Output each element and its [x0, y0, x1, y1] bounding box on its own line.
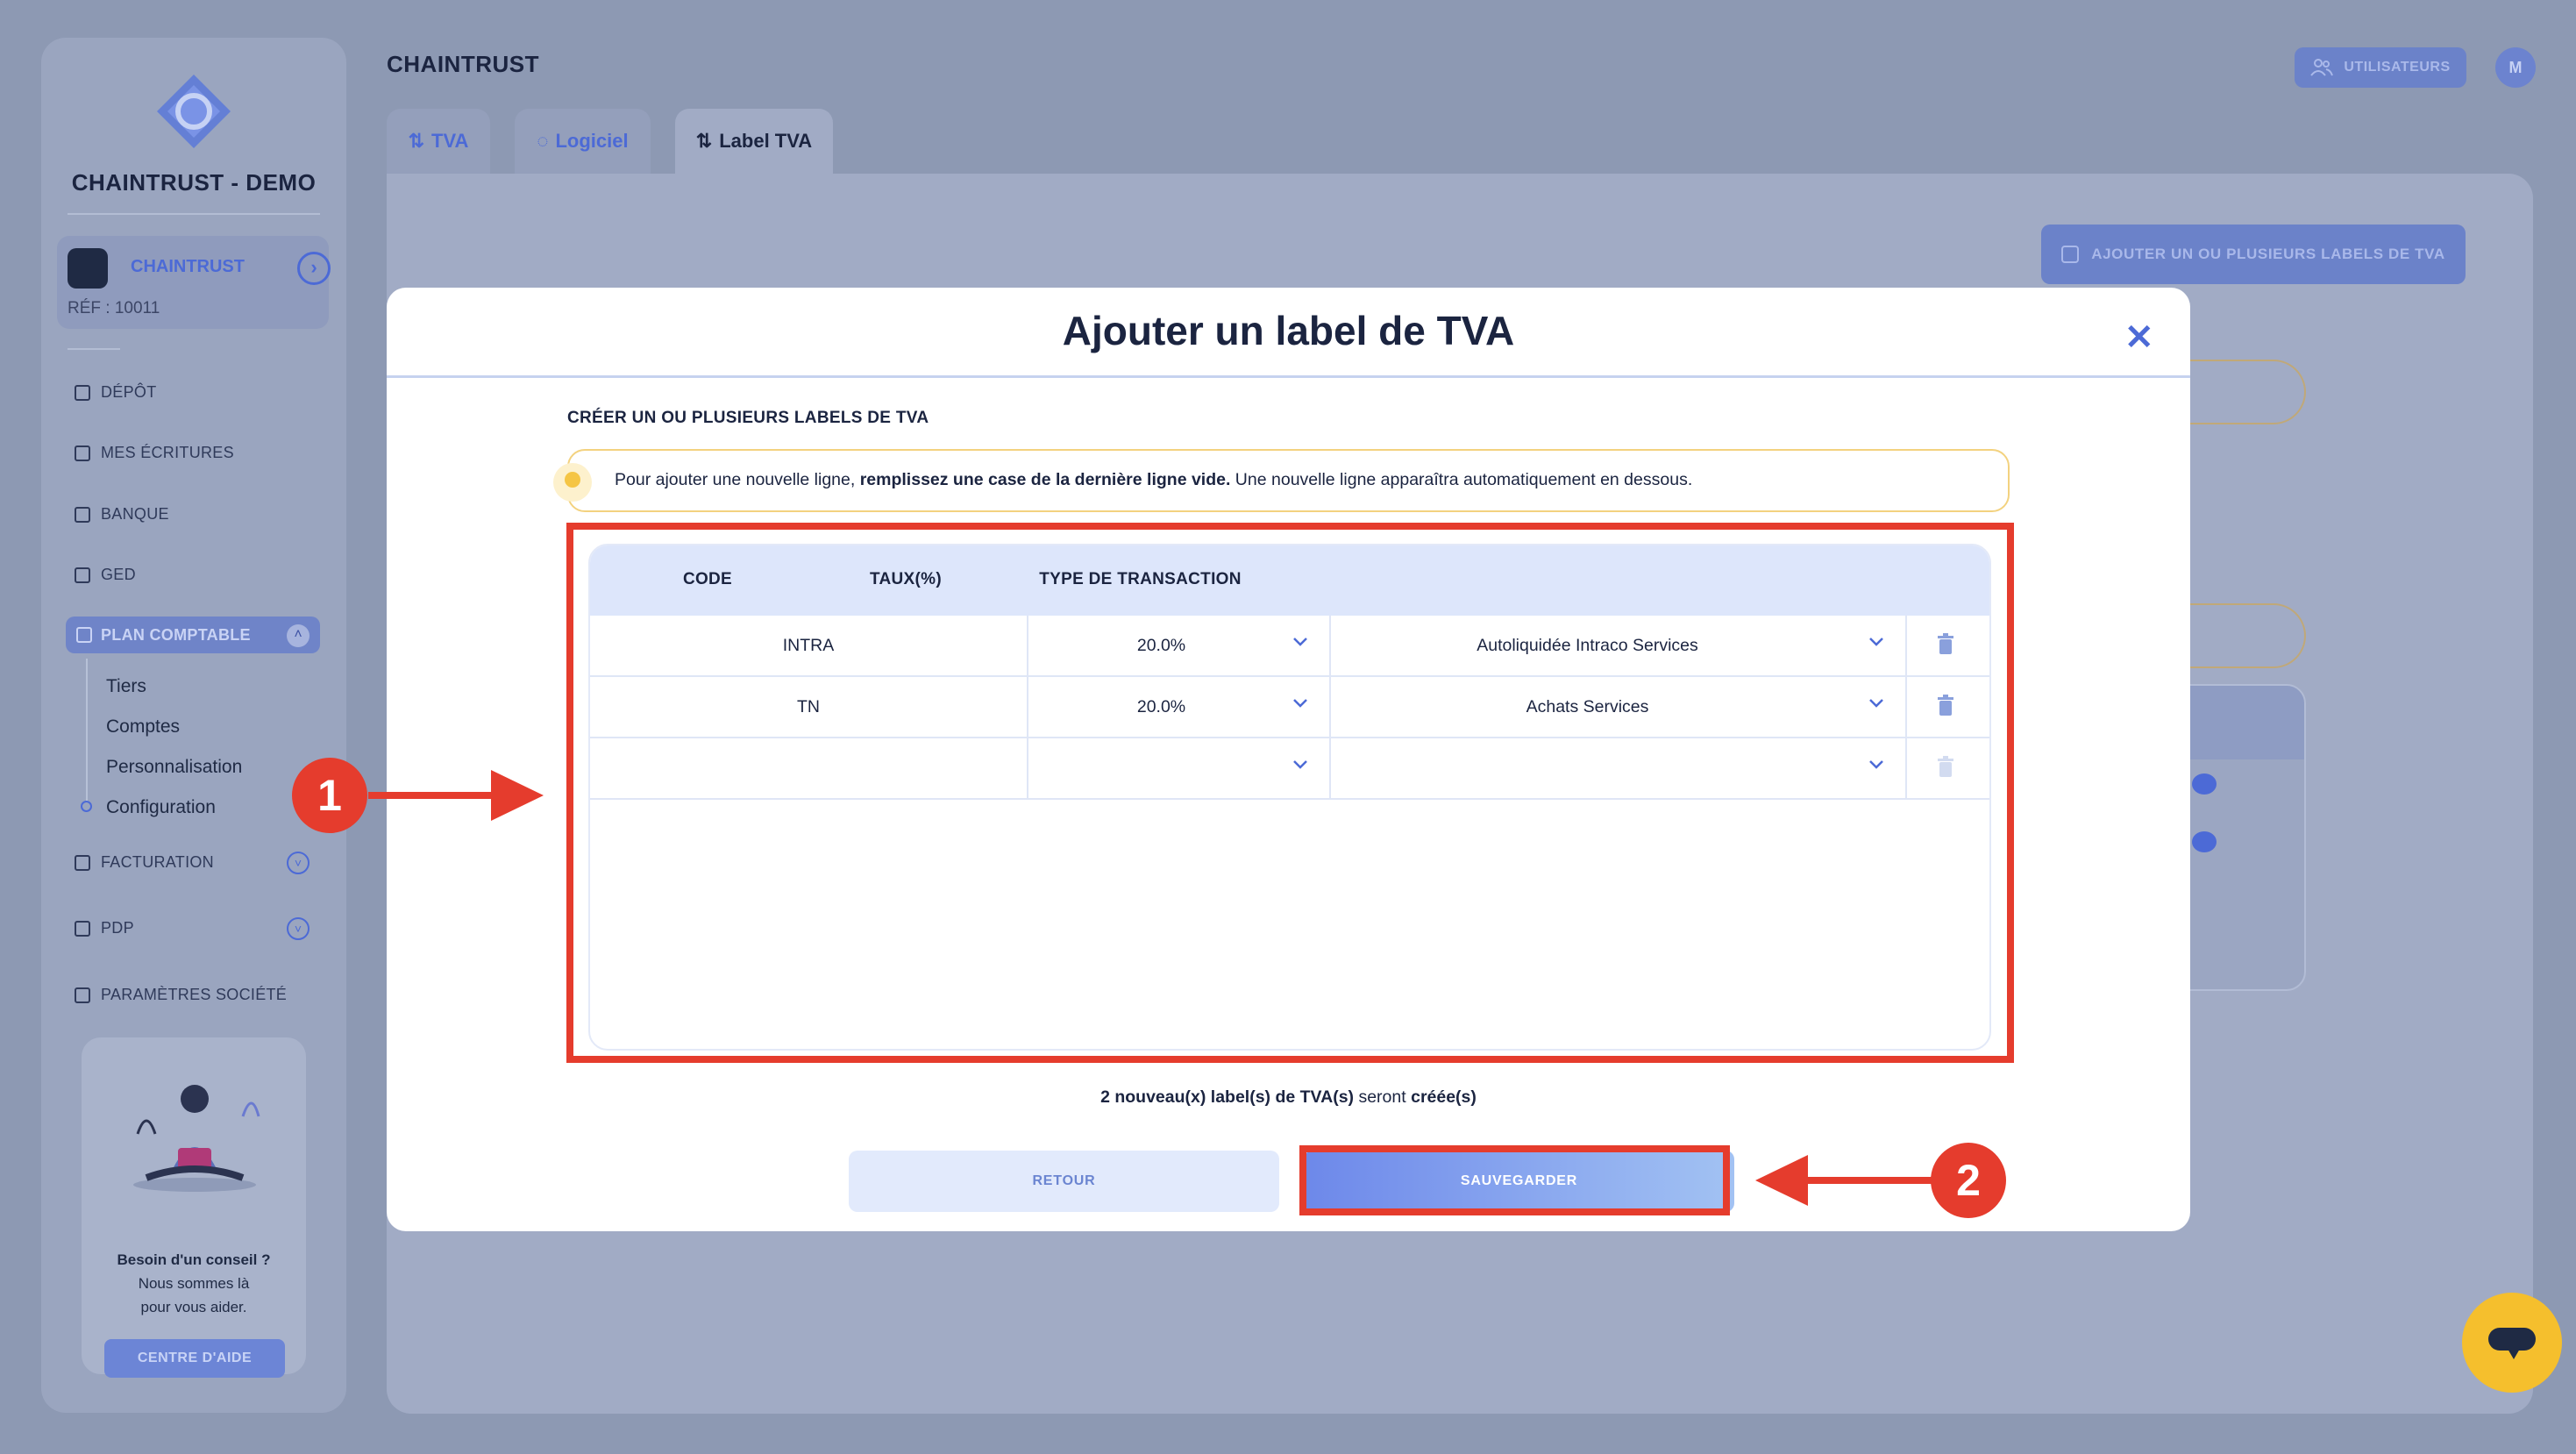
- nav-label: PARAMÈTRES SOCIÉTÉ: [101, 986, 288, 1003]
- divider: [68, 348, 120, 350]
- page-title: CHAINTRUST: [387, 51, 539, 77]
- info-box: Pour ajouter une nouvelle ligne, remplis…: [553, 449, 2010, 512]
- ledger-icon: [76, 627, 92, 643]
- card-icon: [75, 920, 90, 937]
- sort-icon: ⇅: [695, 130, 713, 152]
- document-icon: [75, 567, 90, 583]
- modal-divider: [387, 375, 2190, 378]
- nav-item-ged[interactable]: GED: [75, 566, 136, 584]
- tab-logiciel[interactable]: ◌ Logiciel: [515, 109, 651, 174]
- organization-card[interactable]: CHAINTRUST › RÉF : 10011: [57, 236, 331, 329]
- invoice-icon: [75, 854, 90, 871]
- nav-item-banque[interactable]: BANQUE: [75, 505, 169, 524]
- users-icon: [2310, 59, 2334, 76]
- sub-item-personnalisation[interactable]: Personnalisation: [106, 757, 242, 778]
- summary-end: créée(s): [1411, 1087, 1477, 1107]
- active-dot: [81, 801, 92, 812]
- chevron-up-icon[interactable]: ˄: [287, 624, 310, 647]
- badge-icon: ◌: [537, 130, 549, 152]
- meditation-illustration: [133, 1085, 260, 1192]
- info-text-bold: remplissez une case de la dernière ligne…: [859, 470, 1231, 489]
- nav-item-depot[interactable]: DÉPÔT: [75, 383, 157, 402]
- folder-icon: [75, 384, 90, 401]
- users-button[interactable]: UTILISATEURS: [2295, 47, 2466, 88]
- users-button-label: UTILISATEURS: [2344, 60, 2451, 75]
- nav-label: BANQUE: [101, 505, 169, 523]
- chat-bubble-icon: [2488, 1328, 2536, 1359]
- nav-label: DÉPÔT: [101, 383, 157, 401]
- chat-button[interactable]: [2462, 1293, 2562, 1393]
- sub-item-tiers[interactable]: Tiers: [106, 676, 146, 697]
- tab-label: Logiciel: [555, 130, 629, 152]
- chevron-down-icon[interactable]: ˅: [287, 852, 310, 874]
- back-button[interactable]: RETOUR: [849, 1151, 1279, 1212]
- help-text: Besoin d'un conseil ? Nous sommes là pou…: [82, 1248, 306, 1319]
- nav-item-parametres[interactable]: PARAMÈTRES SOCIÉTÉ: [75, 986, 287, 1004]
- submenu-line: [86, 659, 88, 808]
- add-vat-labels-label: AJOUTER UN OU PLUSIEURS LABELS DE TVA: [2091, 246, 2445, 262]
- avatar[interactable]: M: [2495, 47, 2536, 88]
- annotation-badge-1: 1: [292, 758, 367, 833]
- lightbulb-icon: [553, 463, 592, 502]
- tab-label: TVA: [431, 130, 469, 152]
- tab-label: Label TVA: [719, 130, 813, 152]
- help-card: Besoin d'un conseil ? Nous sommes là pou…: [82, 1037, 306, 1378]
- nav-label: FACTURATION: [101, 853, 214, 871]
- close-icon[interactable]: ✕: [2124, 317, 2154, 358]
- nav-item-plan-comptable[interactable]: PLAN COMPTABLE ˄: [66, 617, 320, 653]
- list-icon: [2061, 246, 2080, 263]
- add-vat-labels-button[interactable]: AJOUTER UN OU PLUSIEURS LABELS DE TVA: [2041, 225, 2466, 284]
- eye-icon: [2192, 773, 2217, 795]
- tab-label-tva[interactable]: ⇅ Label TVA: [675, 109, 833, 174]
- info-text: Pour ajouter une nouvelle ligne, remplis…: [615, 470, 1692, 490]
- highlight-box-save: [1299, 1145, 1730, 1215]
- eye-icon: [2192, 831, 2217, 852]
- help-line: Nous sommes là: [138, 1275, 250, 1292]
- organization-name: CHAINTRUST: [131, 257, 245, 276]
- company-logo: [157, 75, 231, 148]
- sidebar: CHAINTRUST - DEMO CHAINTRUST › RÉF : 100…: [41, 38, 346, 1413]
- summary-count: 2 nouveau(x) label(s) de TVA(s): [1100, 1087, 1355, 1107]
- settings-sliders-icon: [75, 987, 90, 1003]
- bank-icon: [75, 506, 90, 523]
- annotation-badge-2: 2: [1931, 1143, 2006, 1218]
- help-center-button[interactable]: CENTRE D'AIDE: [104, 1339, 285, 1378]
- nav-item-ecritures[interactable]: MES ÉCRITURES: [75, 444, 234, 462]
- sort-icon: ⇅: [408, 130, 425, 152]
- nav-item-facturation[interactable]: FACTURATION: [75, 853, 214, 872]
- nav-label: PLAN COMPTABLE: [101, 626, 251, 644]
- highlight-box-table: [566, 523, 2014, 1063]
- chevron-down-icon[interactable]: ˅: [287, 917, 310, 940]
- section-label: CRÉER UN OU PLUSIEURS LABELS DE TVA: [567, 409, 929, 427]
- chevron-right-icon[interactable]: ›: [297, 252, 331, 285]
- company-name: CHAINTRUST - DEMO: [71, 169, 317, 196]
- nav-item-pdp[interactable]: PDP: [75, 919, 134, 937]
- folder-icon: [75, 445, 90, 461]
- nav-label: MES ÉCRITURES: [101, 444, 234, 461]
- summary-text: 2 nouveau(x) label(s) de TVA(s) seront c…: [387, 1087, 2190, 1108]
- divider: [68, 213, 320, 215]
- organization-ref: RÉF : 10011: [68, 299, 160, 317]
- info-text-part: Pour ajouter une nouvelle ligne,: [615, 470, 860, 489]
- nav-label: GED: [101, 566, 136, 583]
- modal-title: Ajouter un label de TVA: [1062, 308, 1515, 353]
- organization-icon: [68, 248, 108, 289]
- help-line: pour vous aider.: [140, 1299, 247, 1315]
- sub-item-comptes[interactable]: Comptes: [106, 716, 180, 738]
- sub-item-configuration[interactable]: Configuration: [106, 797, 216, 818]
- summary-mid: seront: [1354, 1087, 1412, 1107]
- help-line: Besoin d'un conseil ?: [117, 1251, 271, 1268]
- tab-tva[interactable]: ⇅ TVA: [387, 109, 490, 174]
- info-text-part: Une nouvelle ligne apparaîtra automatiqu…: [1230, 470, 1693, 489]
- nav-label: PDP: [101, 919, 134, 937]
